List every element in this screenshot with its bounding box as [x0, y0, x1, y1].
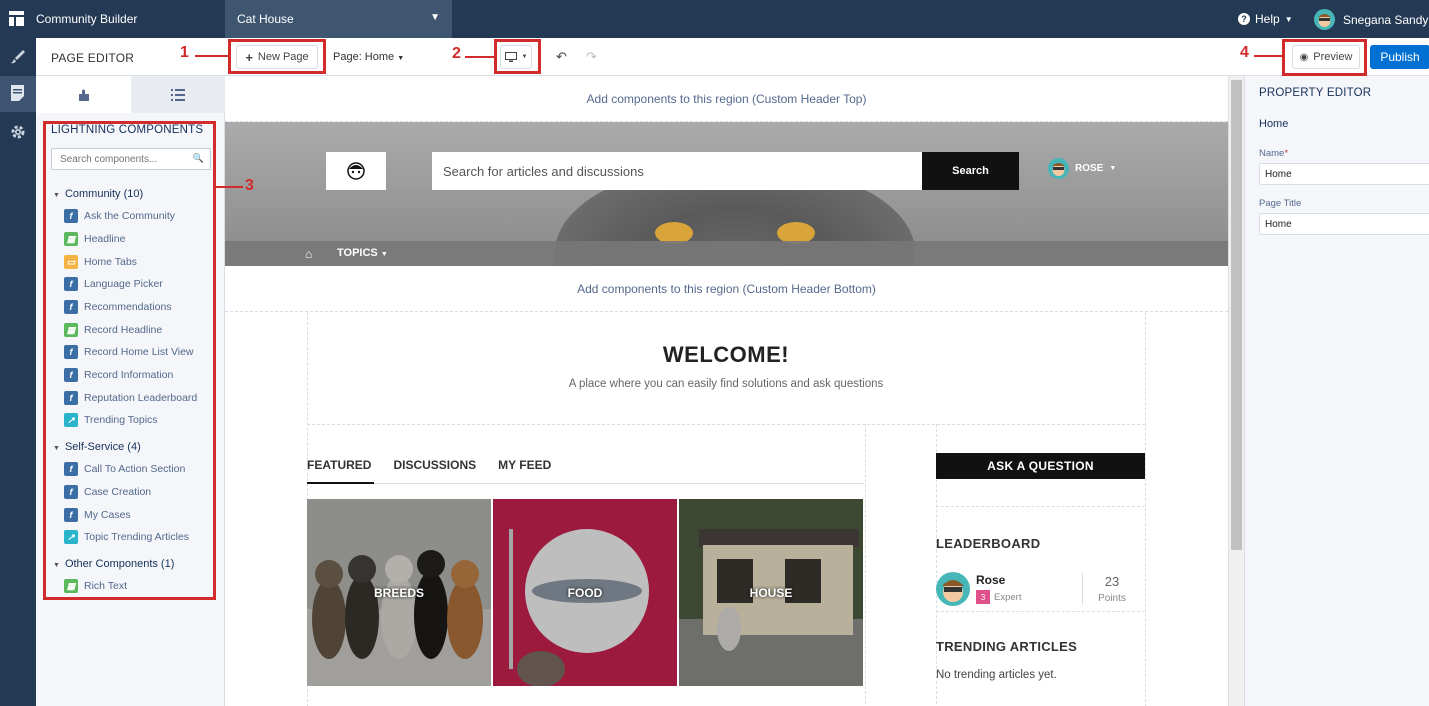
chevron-down-icon: ▼ [380, 251, 388, 258]
leaderboard-title: LEADERBOARD [936, 536, 1041, 551]
callout-line [216, 186, 243, 188]
points-label: Points [1098, 593, 1126, 604]
publish-button[interactable]: Publish [1370, 45, 1429, 69]
callout-number: 1 [180, 44, 189, 61]
callout-line [465, 56, 494, 58]
callout-box-device [494, 39, 541, 74]
left-rail [0, 38, 36, 706]
tile-label: FOOD [567, 585, 603, 600]
tab-discussions[interactable]: DISCUSSIONS [393, 458, 476, 472]
name-label: Name* [1259, 148, 1288, 159]
app-name: Community Builder [36, 12, 138, 26]
site-user-name: ROSE [1075, 163, 1104, 174]
trending-title: TRENDING ARTICLES [936, 639, 1078, 654]
help-menu[interactable]: ? Help ▼ [1238, 12, 1293, 26]
region-border [865, 424, 866, 706]
region-border [936, 506, 1145, 507]
active-tab-underline [307, 482, 374, 484]
site-name: Cat House [237, 12, 294, 26]
tab-divider [307, 483, 864, 484]
property-editor: PROPERTY EDITOR Home Name* Home Page Tit… [1244, 76, 1429, 706]
callout-number: 2 [452, 45, 461, 62]
trending-empty-message: No trending articles yet. [936, 669, 1057, 681]
tile-food[interactable]: FOOD [493, 499, 677, 686]
header-banner: Search for articles and discussions Sear… [225, 122, 1228, 266]
region-custom-header-top[interactable]: Add components to this region (Custom He… [225, 76, 1228, 122]
app-grid-icon[interactable] [9, 11, 24, 26]
undo-icon[interactable]: ↶ [556, 49, 567, 65]
callout-number: 4 [1240, 44, 1249, 61]
page-selector-label: Page: Home [333, 51, 395, 63]
divider [1082, 573, 1083, 605]
tab-featured[interactable]: FEATURED [307, 458, 371, 472]
avatar [1048, 158, 1069, 179]
tile-label: HOUSE [749, 585, 793, 600]
avatar [936, 572, 970, 606]
leader-rank: 3 Expert [976, 590, 1021, 604]
ask-question-button[interactable]: ASK A QUESTION [936, 453, 1145, 479]
question-icon: ? [1238, 13, 1250, 25]
site-logo[interactable] [326, 152, 386, 190]
callout-line [195, 55, 228, 57]
callout-box-new-page [228, 39, 326, 74]
tab-components[interactable] [36, 76, 131, 113]
page-title-label: Page Title [1259, 198, 1302, 209]
site-selector[interactable]: Cat House ▼ [225, 0, 452, 38]
canvas-scrollbar[interactable] [1228, 76, 1244, 706]
brush-icon[interactable] [9, 48, 27, 66]
user-name: Snegana Sandy [1343, 12, 1429, 27]
callout-line [1254, 55, 1282, 57]
chevron-down-icon: ▼ [1284, 14, 1293, 24]
nav-topics-label: TOPICS [337, 247, 378, 259]
top-bar: Community Builder Cat House ▼ ? Help ▼ S… [0, 0, 1429, 38]
nav-topics[interactable]: TOPICS ▼ [337, 247, 388, 259]
region-custom-header-bottom[interactable]: Add components to this region (Custom He… [225, 266, 1228, 312]
tab-my-feed[interactable]: MY FEED [498, 458, 551, 472]
name-field[interactable]: Home [1259, 163, 1429, 185]
help-label: Help [1255, 12, 1280, 26]
rank-label: Expert [994, 591, 1022, 603]
chevron-down-icon: ▼ [430, 12, 440, 23]
scrollbar-thumb[interactable] [1231, 80, 1242, 550]
leader-points: 23 [1104, 574, 1120, 589]
callout-box-components [43, 121, 216, 600]
welcome-title: WELCOME! [662, 342, 790, 367]
region-border [307, 424, 1145, 425]
avatar [1314, 9, 1335, 30]
tile-house[interactable]: HOUSE [679, 499, 863, 686]
gear-icon[interactable] [9, 124, 27, 142]
tile-breeds[interactable]: BREEDS [307, 499, 491, 686]
site-search-input[interactable]: Search for articles and discussions [432, 152, 922, 190]
site-user-menu[interactable]: ROSE ▼ [1048, 158, 1116, 179]
region-border [1145, 312, 1146, 706]
region-border [936, 611, 1145, 612]
site-search-button[interactable]: Search [922, 152, 1019, 190]
welcome-subtitle: A place where you can easily find soluti… [568, 378, 884, 390]
home-icon[interactable]: ⌂ [305, 247, 312, 261]
required-marker: * [1284, 148, 1289, 159]
tab-page-structure[interactable] [131, 76, 225, 113]
site-navigation: ⌂ TOPICS ▼ [225, 241, 1228, 266]
page-icon[interactable] [0, 76, 36, 112]
level-badge: 3 [976, 590, 990, 604]
page-canvas: Add components to this region (Custom He… [225, 76, 1228, 706]
property-editor-title: PROPERTY EDITOR [1259, 87, 1372, 99]
chevron-down-icon: ▼ [1109, 165, 1117, 172]
property-editor-subtitle: Home [1259, 118, 1289, 130]
list-icon [171, 88, 185, 101]
callout-box-preview [1282, 39, 1367, 76]
panel-tabs [36, 76, 225, 113]
chevron-down-icon: ▼ [397, 55, 405, 62]
name-label-text: Name [1259, 148, 1285, 159]
user-menu[interactable]: Snegana Sandy [1314, 9, 1428, 30]
puzzle-icon [78, 89, 89, 101]
page-selector[interactable]: Page: Home ▼ [333, 51, 404, 63]
page-title-field[interactable]: Home [1259, 213, 1429, 235]
tile-label: BREEDS [373, 585, 424, 600]
callout-number: 3 [245, 177, 254, 194]
feed-tabs: FEATURED DISCUSSIONS MY FEED [307, 458, 551, 472]
redo-icon[interactable]: ↷ [586, 49, 597, 65]
page-title: PAGE EDITOR [51, 51, 135, 65]
leader-name[interactable]: Rose [976, 573, 1005, 587]
